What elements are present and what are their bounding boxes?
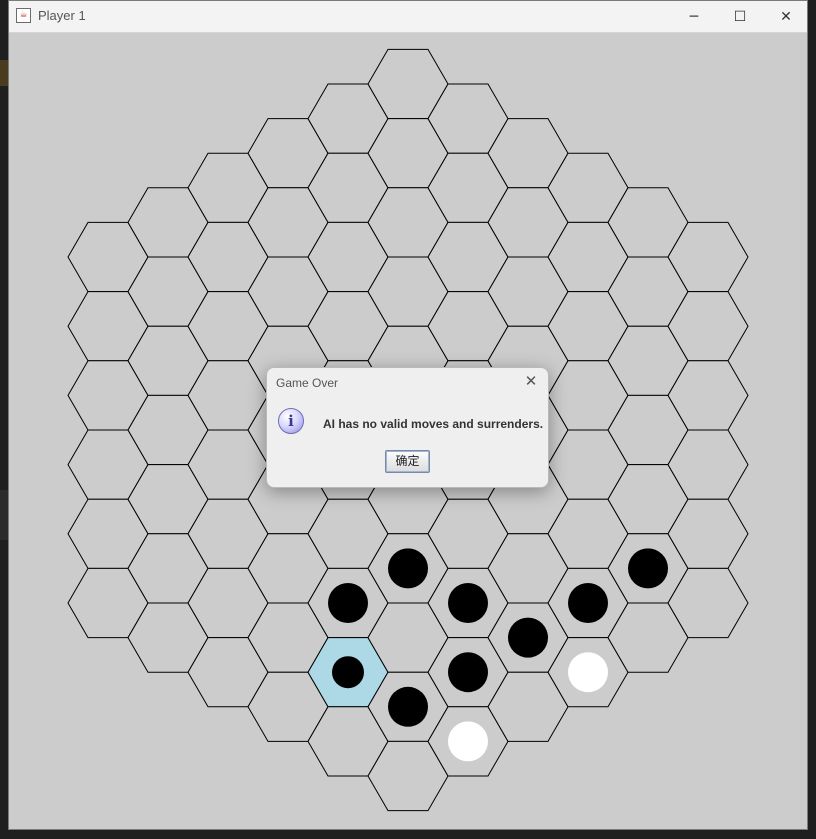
dialog-message: AI has no valid moves and surrenders. (323, 417, 544, 431)
ok-button[interactable]: 确定 (385, 450, 430, 473)
black-piece (448, 583, 488, 623)
black-piece (628, 548, 668, 589)
black-piece (388, 686, 428, 727)
black-piece (332, 656, 364, 689)
black-piece (508, 617, 548, 658)
dialog-title: Game Over (276, 376, 339, 390)
black-piece (388, 548, 428, 589)
black-piece (448, 652, 488, 693)
game-over-dialog: Game Over ✕ i AI has no valid moves and … (266, 367, 549, 488)
white-piece (448, 721, 488, 762)
info-icon: i (278, 408, 304, 434)
white-piece (568, 652, 608, 693)
dialog-close-icon[interactable]: ✕ (522, 372, 540, 390)
black-piece (568, 583, 608, 623)
black-piece (328, 583, 368, 623)
